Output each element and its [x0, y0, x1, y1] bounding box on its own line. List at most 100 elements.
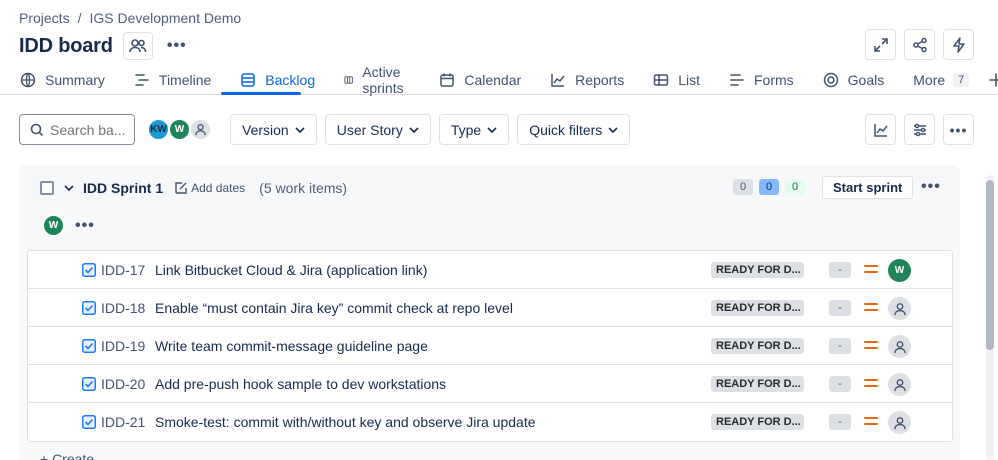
tab-list[interactable]: List — [633, 64, 709, 95]
lightning-icon — [952, 36, 965, 53]
issue-key[interactable]: IDD-19 — [101, 338, 149, 354]
quick-filters-dropdown[interactable]: Quick filters — [517, 114, 631, 145]
project-tabs: Summary Timeline Backlog Active sprints … — [0, 64, 998, 96]
issue-summary[interactable]: Smoke-test: commit with/without key and … — [155, 414, 536, 430]
estimate-field[interactable]: - — [829, 338, 851, 354]
task-icon — [82, 376, 96, 391]
priority-medium-icon — [864, 303, 878, 311]
status-badge[interactable]: READY FOR D... — [711, 338, 804, 354]
assignee-avatar[interactable]: W — [888, 259, 911, 282]
status-badge[interactable]: READY FOR D... — [711, 262, 804, 278]
add-tab-button[interactable] — [978, 64, 998, 95]
tab-more[interactable]: More 7 — [893, 64, 978, 95]
unassigned-avatar[interactable] — [888, 297, 911, 320]
insights-button[interactable] — [865, 114, 896, 145]
issue-row[interactable]: IDD-20 Add pre-push hook sample to dev w… — [28, 365, 952, 403]
tab-backlog[interactable]: Backlog — [220, 64, 324, 95]
tab-summary[interactable]: Summary — [0, 64, 114, 95]
target-icon — [823, 72, 838, 87]
estimate-field[interactable]: - — [829, 300, 851, 316]
type-dropdown[interactable]: Type — [438, 114, 510, 145]
create-issue-button[interactable]: + Create — [40, 451, 94, 460]
filter-bar: KW W Version User Story Type Quick filte… — [19, 114, 631, 145]
expand-icon — [873, 37, 888, 52]
status-badge[interactable]: READY FOR D... — [711, 414, 804, 430]
priority-medium-icon — [864, 341, 878, 349]
issue-key[interactable]: IDD-18 — [101, 300, 149, 316]
status-badge[interactable]: READY FOR D... — [711, 376, 804, 392]
tab-label: Forms — [754, 71, 794, 88]
done-count: 0 — [785, 179, 805, 195]
estimate-field[interactable]: - — [829, 262, 851, 278]
unassigned-avatar[interactable] — [888, 411, 911, 434]
sprint-name[interactable]: IDD Sprint 1 — [83, 180, 163, 196]
dropdown-label: Version — [242, 121, 289, 138]
dropdown-label: Type — [450, 121, 482, 138]
unassigned-avatar[interactable] — [888, 373, 911, 396]
more-actions-button[interactable]: ••• — [165, 34, 189, 58]
people-button[interactable] — [122, 32, 153, 60]
issue-key[interactable]: IDD-21 — [101, 414, 149, 430]
tab-calendar[interactable]: Calendar — [419, 64, 530, 95]
sprint-more-button[interactable]: ••• — [921, 178, 941, 196]
avatar-w[interactable]: W — [168, 118, 191, 141]
board-more-button[interactable]: ••• — [943, 114, 974, 145]
status-counts: 0 0 0 — [733, 179, 805, 195]
sliders-icon — [913, 123, 926, 136]
tab-forms[interactable]: Forms — [709, 64, 803, 95]
issue-list: IDD-17 Link Bitbucket Cloud & Jira (appl… — [27, 250, 953, 442]
status-badge[interactable]: READY FOR D... — [711, 300, 804, 316]
automation-button[interactable] — [943, 29, 974, 60]
issue-row[interactable]: IDD-21 Smoke-test: commit with/without k… — [28, 403, 952, 441]
more-count-badge: 7 — [953, 72, 970, 87]
chart-line-icon — [873, 123, 888, 137]
issue-summary[interactable]: Write team commit-message guideline page — [155, 338, 428, 354]
avatar-w[interactable]: W — [42, 214, 65, 237]
chevron-down-icon — [409, 126, 419, 133]
form-icon — [730, 73, 744, 86]
sprint-container: IDD Sprint 1 Add dates (5 work items) 0 … — [19, 165, 960, 460]
breadcrumb-project-link[interactable]: IGS Development Demo — [89, 10, 241, 26]
view-tools: ••• — [865, 114, 974, 145]
unassigned-avatar[interactable] — [888, 335, 911, 358]
tab-goals[interactable]: Goals — [803, 64, 894, 95]
tab-reports[interactable]: Reports — [530, 64, 633, 95]
issue-key[interactable]: IDD-17 — [101, 262, 149, 278]
backlog-icon — [241, 72, 256, 87]
todo-count: 0 — [733, 179, 753, 195]
avatar-kw[interactable]: KW — [147, 118, 170, 141]
breadcrumb-separator: / — [77, 10, 82, 26]
estimate-field[interactable]: - — [829, 414, 851, 430]
add-dates-button[interactable]: Add dates — [174, 181, 245, 195]
assignee-more-button[interactable]: ••• — [75, 217, 95, 235]
user-story-dropdown[interactable]: User Story — [324, 114, 431, 145]
issue-summary[interactable]: Link Bitbucket Cloud & Jira (application… — [155, 262, 427, 278]
fullscreen-button[interactable] — [865, 29, 896, 60]
search-box[interactable] — [19, 114, 135, 145]
search-input[interactable] — [50, 121, 126, 138]
scrollbar-thumb[interactable] — [986, 180, 994, 350]
tab-label: More — [913, 71, 946, 88]
tab-timeline[interactable]: Timeline — [114, 64, 220, 95]
issue-row[interactable]: IDD-19 Write team commit-message guideli… — [28, 327, 952, 365]
calendar-icon — [440, 73, 455, 87]
view-settings-button[interactable] — [904, 114, 935, 145]
start-sprint-button[interactable]: Start sprint — [822, 176, 914, 199]
issue-row[interactable]: IDD-17 Link Bitbucket Cloud & Jira (appl… — [28, 251, 952, 289]
avatar-unassigned[interactable] — [189, 118, 212, 141]
estimate-field[interactable]: - — [829, 376, 851, 392]
breadcrumb: Projects / IGS Development Demo — [19, 10, 241, 26]
breadcrumb-projects-link[interactable]: Projects — [19, 10, 70, 26]
sprint-select-checkbox[interactable] — [40, 181, 54, 195]
tab-active-sprints[interactable]: Active sprints — [324, 64, 419, 96]
share-button[interactable] — [904, 29, 935, 60]
priority-medium-icon — [864, 265, 878, 273]
issue-row[interactable]: IDD-18 Enable “must contain Jira key” co… — [28, 289, 952, 327]
issue-key[interactable]: IDD-20 — [101, 376, 149, 392]
issue-summary[interactable]: Enable “must contain Jira key” commit ch… — [155, 300, 513, 316]
sprint-header: IDD Sprint 1 Add dates (5 work items) — [19, 165, 960, 211]
chevron-down-icon[interactable] — [64, 185, 74, 191]
issue-summary[interactable]: Add pre-push hook sample to dev workstat… — [155, 376, 446, 392]
version-dropdown[interactable]: Version — [230, 114, 317, 145]
sprint-assignees: W ••• — [42, 214, 95, 237]
